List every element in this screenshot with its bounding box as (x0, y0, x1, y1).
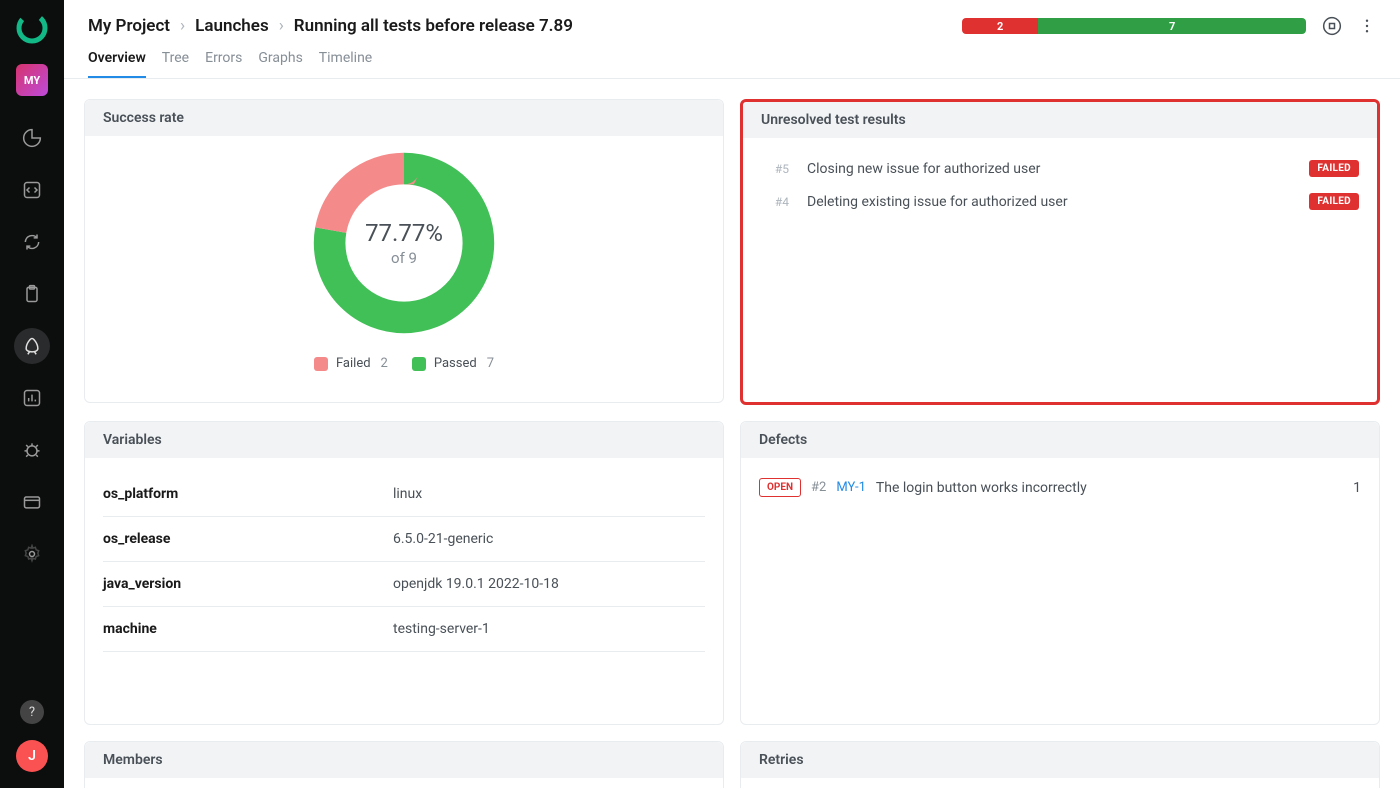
variable-value: linux (393, 486, 422, 502)
defect-id: #2 (811, 480, 826, 495)
nav-refresh-icon[interactable] (14, 224, 50, 260)
variable-row: machine testing-server-1 (103, 607, 705, 652)
panel-defects: Defects OPEN #2 MY-1 The login button wo… (740, 421, 1380, 725)
progress-pass: 7 (1038, 18, 1306, 34)
nav-settings-icon[interactable] (14, 536, 50, 572)
chart-legend: Failed 2 Passed 7 (314, 356, 494, 371)
defect-title: The login button works incorrectly (876, 480, 1343, 496)
project-badge[interactable]: MY (16, 64, 48, 96)
panel-variables: Variables os_platform linux os_release 6… (84, 421, 724, 725)
legend-swatch (412, 357, 426, 371)
chevron-right-icon: › (180, 16, 185, 36)
nav-analytics-icon[interactable] (14, 380, 50, 416)
variable-row: os_platform linux (103, 472, 705, 517)
result-title: Closing new issue for authorized user (807, 161, 1309, 177)
user-avatar[interactable]: J (16, 740, 48, 772)
progress-fail: 2 (962, 18, 1038, 34)
test-result-row[interactable]: #5 Closing new issue for authorized user… (761, 152, 1359, 185)
panel-title: Unresolved test results (743, 102, 1377, 138)
app-logo[interactable] (16, 12, 48, 44)
stop-icon[interactable] (1322, 16, 1342, 36)
result-num: #5 (761, 162, 789, 176)
variable-value: testing-server-1 (393, 621, 490, 637)
panel-title: Defects (741, 422, 1379, 458)
defect-row[interactable]: OPEN #2 MY-1 The login button works inco… (759, 472, 1361, 503)
sidebar: MY (0, 0, 64, 788)
breadcrumb-section[interactable]: Launches (195, 16, 269, 36)
donut-subtitle: of 9 (391, 249, 417, 267)
help-icon[interactable]: ? (20, 700, 44, 724)
tab-overview[interactable]: Overview (88, 50, 146, 78)
nav-card-icon[interactable] (14, 484, 50, 520)
legend-count: 2 (381, 356, 388, 371)
panel-title: Success rate (85, 100, 723, 136)
nav-launches-icon[interactable] (14, 328, 50, 364)
tab-errors[interactable]: Errors (205, 50, 242, 78)
variable-key: os_release (103, 531, 393, 547)
variable-value: 6.5.0-21-generic (393, 531, 493, 547)
variable-row: java_version openjdk 19.0.1 2022-10-18 (103, 562, 705, 607)
nav-code-icon[interactable] (14, 172, 50, 208)
variable-row: os_release 6.5.0-21-generic (103, 517, 705, 562)
status-badge-failed: FAILED (1309, 160, 1359, 177)
status-badge-failed: FAILED (1309, 193, 1359, 210)
more-icon[interactable] (1358, 17, 1376, 35)
tab-tree[interactable]: Tree (162, 50, 189, 78)
nav-dashboard-icon[interactable] (14, 120, 50, 156)
panel-unresolved: Unresolved test results #5 Closing new i… (740, 99, 1380, 405)
nav-clipboard-icon[interactable] (14, 276, 50, 312)
variable-key: machine (103, 621, 393, 637)
panel-success-rate: Success rate 77.77% of 9 (84, 99, 724, 403)
panel-title: Retries (741, 742, 1379, 778)
progress-bar[interactable]: 2 7 (962, 18, 1306, 34)
nav-bug-icon[interactable] (14, 432, 50, 468)
result-title: Deleting existing issue for authorized u… (807, 194, 1309, 210)
tab-graphs[interactable]: Graphs (258, 50, 302, 78)
variable-value: openjdk 19.0.1 2022-10-18 (393, 576, 559, 592)
legend-label: Passed (434, 356, 477, 371)
tab-timeline[interactable]: Timeline (319, 50, 372, 78)
panel-members: Members (84, 741, 724, 788)
legend-passed[interactable]: Passed 7 (412, 356, 494, 371)
breadcrumb-project[interactable]: My Project (88, 16, 170, 36)
defect-count: 1 (1353, 480, 1361, 496)
legend-count: 7 (487, 356, 494, 371)
defect-key[interactable]: MY-1 (836, 480, 866, 495)
legend-swatch (314, 357, 328, 371)
legend-failed[interactable]: Failed 2 (314, 356, 388, 371)
panel-title: Variables (85, 422, 723, 458)
success-rate-donut[interactable]: 77.77% of 9 (311, 150, 497, 336)
legend-label: Failed (336, 356, 371, 371)
variable-key: java_version (103, 576, 393, 592)
tabs: Overview Tree Errors Graphs Timeline (64, 36, 1400, 79)
result-num: #4 (761, 195, 789, 209)
variable-key: os_platform (103, 486, 393, 502)
chevron-right-icon: › (279, 16, 284, 36)
main-content: My Project › Launches › Running all test… (64, 0, 1400, 788)
test-result-row[interactable]: #4 Deleting existing issue for authorize… (761, 185, 1359, 218)
breadcrumb: My Project › Launches › Running all test… (88, 16, 573, 36)
status-badge-open: OPEN (759, 478, 801, 497)
donut-percent: 77.77% (365, 219, 443, 247)
panel-title: Members (85, 742, 723, 778)
breadcrumb-title: Running all tests before release 7.89 (294, 16, 573, 36)
panel-retries: Retries (740, 741, 1380, 788)
